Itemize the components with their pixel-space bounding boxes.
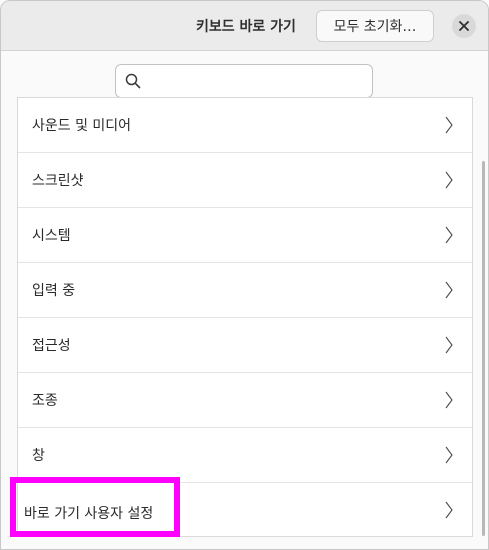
highlight-box	[10, 477, 180, 537]
list-item-windows[interactable]: 창	[18, 428, 472, 483]
chevron-right-icon	[445, 391, 453, 409]
list-item-accessibility[interactable]: 접근성	[18, 318, 472, 373]
list-item-label: 시스템	[32, 228, 71, 244]
list-item-system[interactable]: 시스템	[18, 208, 472, 263]
chevron-right-icon	[445, 281, 453, 299]
list-item-sound-media[interactable]: 사운드 및 미디어	[18, 98, 472, 153]
list-item-label: 스크린샷	[32, 173, 84, 189]
list-item-label: 입력 중	[32, 283, 76, 299]
chevron-right-icon	[445, 446, 453, 464]
dialog-title: 키보드 바로 가기	[196, 19, 296, 35]
header-bar: 키보드 바로 가기 모두 초기화…	[1, 1, 488, 51]
list-item-label: 사운드 및 미디어	[32, 118, 132, 134]
chevron-right-icon	[445, 116, 453, 134]
list-item-navigation[interactable]: 조종	[18, 373, 472, 428]
search-input[interactable]	[115, 64, 373, 98]
list-item-screenshot[interactable]: 스크린샷	[18, 153, 472, 208]
list-item-typing[interactable]: 입력 중	[18, 263, 472, 318]
chevron-right-icon	[445, 501, 453, 519]
close-icon	[459, 21, 469, 31]
scrollbar[interactable]	[482, 161, 485, 536]
list-item-label: 조종	[32, 393, 58, 409]
shortcut-category-list: 사운드 및 미디어 스크린샷 시스템 입력 중 접근성 조종 창 바로 가기 사…	[17, 97, 473, 537]
search-icon	[125, 73, 141, 89]
list-item-label: 창	[32, 448, 45, 464]
search-bar	[1, 52, 488, 100]
chevron-right-icon	[445, 171, 453, 189]
keyboard-shortcuts-dialog: 키보드 바로 가기 모두 초기화… 사운드 및 미디어 스크린샷 시스템 입력 …	[0, 0, 489, 550]
chevron-right-icon	[445, 226, 453, 244]
list-item-label: 접근성	[32, 338, 71, 354]
close-button[interactable]	[452, 14, 476, 38]
chevron-right-icon	[445, 336, 453, 354]
reset-all-button[interactable]: 모두 초기화…	[316, 10, 434, 42]
